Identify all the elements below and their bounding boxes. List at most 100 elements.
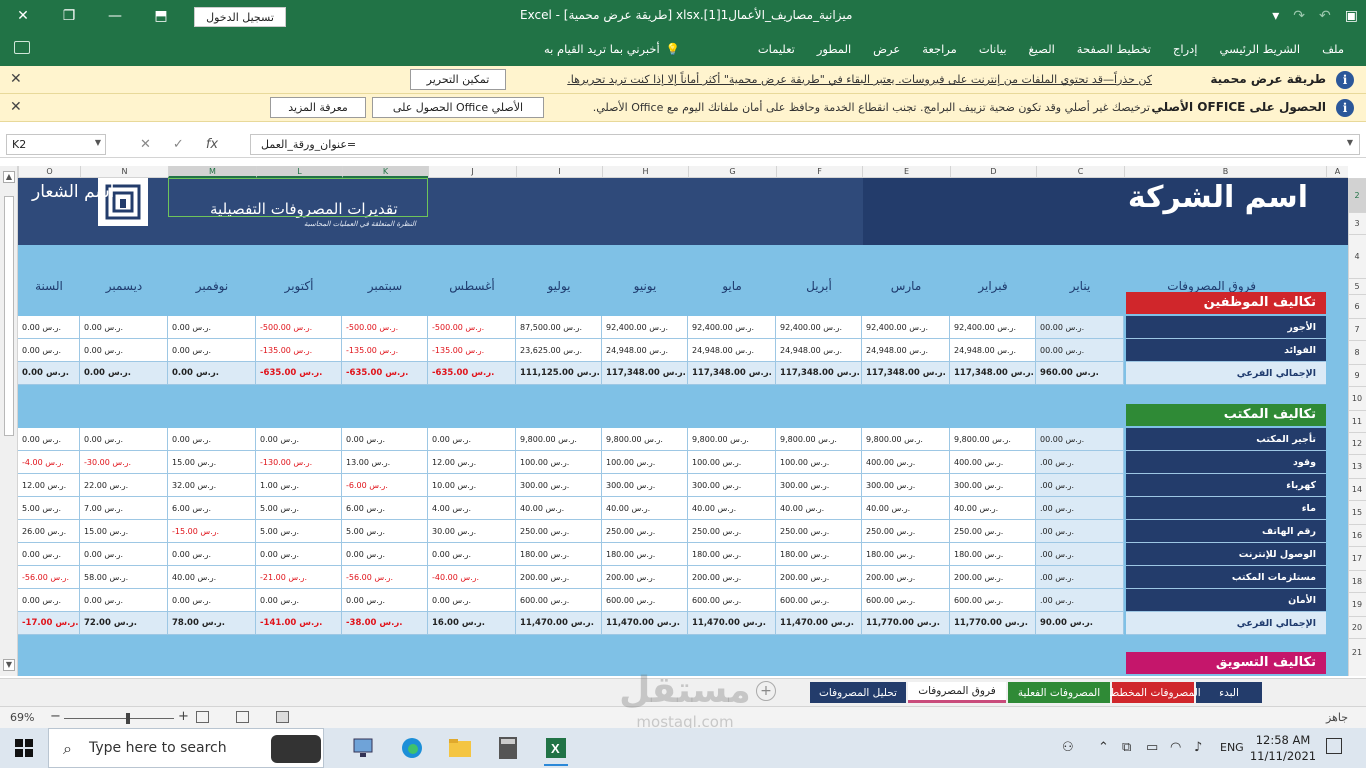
value-cell[interactable]: .00 ر.س. xyxy=(1036,520,1124,543)
chevron-up-icon[interactable]: ⌃ xyxy=(1098,740,1109,755)
value-cell[interactable]: 600.00 ر.س. xyxy=(516,589,602,612)
value-cell[interactable]: 12.00 ر.س. xyxy=(428,451,516,474)
value-cell[interactable]: 0.00 ر.س. xyxy=(80,428,168,451)
tab-home[interactable]: الشريط الرئيسي xyxy=(1219,42,1300,56)
value-cell[interactable]: 0.00 ر.س. xyxy=(342,428,428,451)
sheet-tab[interactable]: البدء xyxy=(1196,682,1262,703)
row-header-4[interactable]: 4 xyxy=(1348,234,1366,278)
subtotal-cell[interactable]: -635.00 ر.س. xyxy=(256,362,342,385)
value-cell[interactable]: 0.00 ر.س. xyxy=(168,339,256,362)
value-cell[interactable]: -4.00 ر.س. xyxy=(18,451,80,474)
subtotal-label[interactable]: الإجمالي الفرعي xyxy=(1126,362,1326,385)
subtotal-cell[interactable]: 117,348.00 ر.س. xyxy=(688,362,776,385)
scroll-up-icon[interactable]: ▲ xyxy=(3,171,15,183)
value-cell[interactable]: -21.00 ر.س. xyxy=(256,566,342,589)
column-header-d[interactable]: D xyxy=(950,166,1036,178)
value-cell[interactable]: 300.00 ر.س. xyxy=(688,474,776,497)
insert-function-icon[interactable]: fx xyxy=(206,137,218,152)
enable-editing-button[interactable]: تمكين التحرير xyxy=(410,69,506,90)
value-cell[interactable]: 600.00 ر.س. xyxy=(950,589,1036,612)
tell-me-box[interactable]: 💡 أخبرني بما تريد القيام به xyxy=(544,32,680,66)
value-cell[interactable]: 100.00 ر.س. xyxy=(516,451,602,474)
scroll-down-icon[interactable]: ▼ xyxy=(3,659,15,671)
subtotal-cell[interactable]: -141.00 ر.س. xyxy=(256,612,342,635)
tab-page-layout[interactable]: تخطيط الصفحة xyxy=(1077,42,1151,56)
value-cell[interactable]: 180.00 ر.س. xyxy=(516,543,602,566)
clock[interactable]: 12:58 AM 11/11/2021 xyxy=(1248,732,1318,764)
row-header-12[interactable]: 12 xyxy=(1348,432,1366,454)
sign-in-button[interactable]: تسجيل الدخول xyxy=(194,7,286,27)
tab-formulas[interactable]: الصيغ xyxy=(1029,42,1055,56)
tab-file[interactable]: ملف xyxy=(1322,42,1344,56)
value-cell[interactable]: 40.00 ر.س. xyxy=(776,497,862,520)
value-cell[interactable]: 12.00 ر.س. xyxy=(18,474,80,497)
zoom-in-icon[interactable]: + xyxy=(178,709,189,724)
section-title[interactable]: تكاليف الموظفين xyxy=(1126,292,1326,314)
customize-toolbar-icon[interactable]: ▾ xyxy=(1272,8,1279,24)
value-cell[interactable]: 180.00 ر.س. xyxy=(688,543,776,566)
redo-icon[interactable]: ↷ xyxy=(1293,8,1305,24)
value-cell[interactable]: 300.00 ر.س. xyxy=(776,474,862,497)
value-cell[interactable]: 0.00 ر.س. xyxy=(80,339,168,362)
value-cell[interactable]: 100.00 ر.س. xyxy=(602,451,688,474)
value-cell[interactable]: 00.00 ر.س. xyxy=(1036,428,1124,451)
value-cell[interactable]: 5.00 ر.س. xyxy=(256,497,342,520)
value-cell[interactable]: 200.00 ر.س. xyxy=(950,566,1036,589)
expense-label[interactable]: الأجور xyxy=(1126,316,1326,339)
value-cell[interactable]: 180.00 ر.س. xyxy=(776,543,862,566)
value-cell[interactable]: 40.00 ر.س. xyxy=(602,497,688,520)
value-cell[interactable]: -30.00 ر.س. xyxy=(80,451,168,474)
zoom-level[interactable]: 69% xyxy=(10,711,34,724)
value-cell[interactable]: 400.00 ر.س. xyxy=(862,451,950,474)
zoom-knob[interactable] xyxy=(126,713,130,724)
close-icon[interactable]: ✕ xyxy=(10,71,22,87)
scroll-thumb[interactable] xyxy=(4,196,14,436)
selected-cell[interactable] xyxy=(168,178,428,217)
value-cell[interactable]: 26.00 ر.س. xyxy=(18,520,80,543)
value-cell[interactable]: 9,800.00 ر.س. xyxy=(862,428,950,451)
enter-icon[interactable]: ✓ xyxy=(173,137,184,152)
sheet-tab[interactable]: المصروفات الفعلية xyxy=(1008,682,1110,703)
column-header-l[interactable]: L xyxy=(256,166,342,178)
sheet-tab[interactable]: تحليل المصروفات xyxy=(810,682,906,703)
value-cell[interactable]: 200.00 ر.س. xyxy=(862,566,950,589)
value-cell[interactable]: 0.00 ر.س. xyxy=(256,428,342,451)
tab-data[interactable]: بيانات xyxy=(979,42,1007,56)
value-cell[interactable]: 24,948.00 ر.س. xyxy=(688,339,776,362)
subtotal-cell[interactable]: 0.00 ر.س. xyxy=(168,362,256,385)
row-header-15[interactable]: 15 xyxy=(1348,500,1366,524)
column-header-a[interactable]: A xyxy=(1326,166,1348,178)
expense-label[interactable]: كهرباء xyxy=(1126,474,1326,497)
row-header-10[interactable]: 10 xyxy=(1348,386,1366,410)
value-cell[interactable]: 0.00 ر.س. xyxy=(18,589,80,612)
minimize-icon[interactable]: — xyxy=(92,0,138,32)
value-cell[interactable]: 87,500.00 ر.س. xyxy=(516,316,602,339)
sheet-tab[interactable]: فروق المصروفات xyxy=(908,682,1006,703)
network-app-icon[interactable] xyxy=(344,732,384,764)
subtotal-cell[interactable]: 960.00 ر.س. xyxy=(1036,362,1124,385)
sheet-tab[interactable]: المصروفات المخططة xyxy=(1105,682,1201,703)
value-cell[interactable]: -135.00 ر.س. xyxy=(256,339,342,362)
vertical-scrollbar[interactable]: ▲ ▼ xyxy=(0,166,18,676)
column-header-k[interactable]: K xyxy=(342,166,428,178)
zoom-out-icon[interactable]: − xyxy=(50,709,61,724)
page-break-view-icon[interactable] xyxy=(196,711,209,723)
value-cell[interactable]: 180.00 ر.س. xyxy=(602,543,688,566)
tab-insert[interactable]: إدراج xyxy=(1173,42,1198,56)
value-cell[interactable]: 0.00 ر.س. xyxy=(18,316,80,339)
expense-label[interactable]: رقم الهاتف xyxy=(1126,520,1326,543)
value-cell[interactable]: -130.00 ر.س. xyxy=(256,451,342,474)
subtotal-cell[interactable]: -17.00 ر.س. xyxy=(18,612,80,635)
column-header-i[interactable]: I xyxy=(516,166,602,178)
value-cell[interactable]: 250.00 ر.س. xyxy=(950,520,1036,543)
value-cell[interactable]: 200.00 ر.س. xyxy=(776,566,862,589)
value-cell[interactable]: 15.00 ر.س. xyxy=(168,451,256,474)
subtotal-cell[interactable]: 0.00 ر.س. xyxy=(18,362,80,385)
expense-label[interactable]: تأجير المكتب xyxy=(1126,428,1326,451)
value-cell[interactable]: 6.00 ر.س. xyxy=(342,497,428,520)
subtotal-cell[interactable]: 11,470.00 ر.س. xyxy=(776,612,862,635)
value-cell[interactable]: .00 ر.س. xyxy=(1036,543,1124,566)
ribbon-display-icon[interactable]: ⬒ xyxy=(138,0,184,32)
subtotal-cell[interactable]: 117,348.00 ر.س. xyxy=(950,362,1036,385)
notifications-icon[interactable] xyxy=(1326,738,1342,754)
